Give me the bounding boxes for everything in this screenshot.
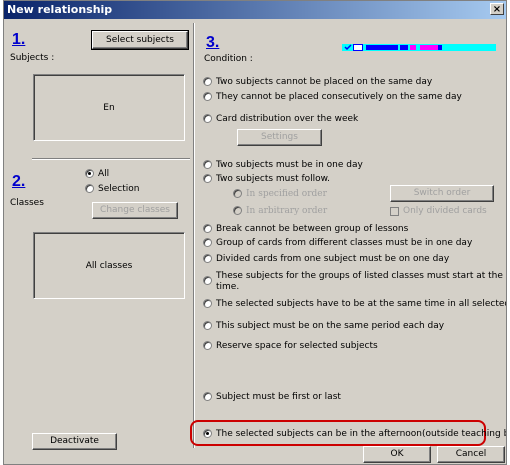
opt-groups-start-label-2: time. — [216, 282, 240, 292]
subjects-value: En — [103, 102, 115, 113]
opt-afternoon-label: The selected subjects can be in the afte… — [216, 429, 507, 439]
opt-divided-one-day-label: Divided cards from one subject must be o… — [216, 254, 450, 264]
cancel-button[interactable]: Cancel — [437, 446, 505, 463]
step-1-number: 1. — [12, 31, 26, 48]
subjects-label: Subjects : — [10, 53, 55, 63]
step-3-number: 3. — [206, 34, 220, 51]
opt-groups-start-label-1: These subjects for the groups of listed … — [216, 271, 507, 281]
classes-box[interactable]: All classes — [33, 232, 185, 299]
opt-same-time-label: The selected subjects have to be at the … — [216, 299, 507, 309]
left-divider — [32, 158, 190, 160]
radio-group-cards[interactable] — [203, 238, 212, 247]
radio-specified-order[interactable] — [233, 189, 242, 198]
title-bar[interactable]: New relationship × — [4, 1, 506, 19]
deactivate-button[interactable]: Deactivate — [32, 433, 117, 450]
radio-arbitrary-order[interactable] — [233, 206, 242, 215]
opt-one-day-label: Two subjects must be in one day — [216, 160, 363, 170]
ok-button[interactable]: OK — [363, 446, 431, 463]
radio-same-day[interactable] — [203, 77, 212, 86]
radio-first-or-last[interactable] — [203, 392, 212, 401]
radio-same-period[interactable] — [203, 321, 212, 330]
opt-distribution-label: Card distribution over the week — [216, 114, 359, 124]
radio-break[interactable] — [203, 224, 212, 233]
only-divided-label: Only divided cards — [403, 206, 487, 216]
close-button[interactable]: × — [490, 3, 504, 15]
opt-same-day-label: Two subjects cannot be placed on the sam… — [216, 77, 433, 87]
opt-first-last-label: Subject must be first or last — [216, 392, 341, 402]
radio-selection-classes[interactable] — [85, 184, 94, 193]
color-strip-graphic — [342, 44, 496, 51]
opt-arbitrary-order-label: In arbitrary order — [246, 206, 328, 216]
classes-value: All classes — [85, 260, 133, 271]
radio-divided-one-day[interactable] — [203, 254, 212, 263]
settings-button[interactable]: Settings — [237, 129, 322, 146]
radio-selection-label: Selection — [98, 184, 140, 194]
select-subjects-button[interactable]: Select subjects — [91, 30, 189, 50]
opt-follow-label: Two subjects must follow. — [216, 174, 331, 184]
subjects-box[interactable]: En — [33, 74, 185, 141]
radio-afternoon[interactable] — [203, 429, 212, 438]
radio-reserve-space[interactable] — [203, 341, 212, 350]
radio-all-classes[interactable] — [85, 169, 94, 178]
radio-one-day[interactable] — [203, 160, 212, 169]
opt-group-cards-label: Group of cards from different classes mu… — [216, 238, 473, 248]
radio-groups-start[interactable] — [203, 276, 212, 285]
step-2-number: 2. — [12, 173, 26, 190]
condition-label: Condition : — [204, 54, 253, 64]
switch-order-button[interactable]: Switch order — [390, 185, 494, 202]
opt-same-period-label: This subject must be on the same period … — [216, 321, 445, 331]
radio-consecutive[interactable] — [203, 92, 212, 101]
dialog-window: New relationship × 1. Select subjects Su… — [3, 0, 507, 465]
opt-break-label: Break cannot be between group of lessons — [216, 224, 409, 234]
classes-label: Classes — [10, 198, 44, 208]
radio-same-time[interactable] — [203, 299, 212, 308]
change-classes-button[interactable]: Change classes — [92, 202, 178, 219]
opt-consecutive-label: They cannot be placed consecutively on t… — [216, 92, 462, 102]
opt-specified-order-label: In specified order — [246, 189, 327, 199]
vertical-divider — [193, 23, 195, 448]
only-divided-checkbox[interactable] — [390, 207, 399, 216]
opt-reserve-label: Reserve space for selected subjects — [216, 341, 378, 351]
radio-card-distribution[interactable] — [203, 114, 212, 123]
radio-all-label: All — [98, 169, 110, 179]
window-title: New relationship — [7, 3, 113, 16]
color-strip — [342, 36, 496, 51]
radio-must-follow[interactable] — [203, 174, 212, 183]
